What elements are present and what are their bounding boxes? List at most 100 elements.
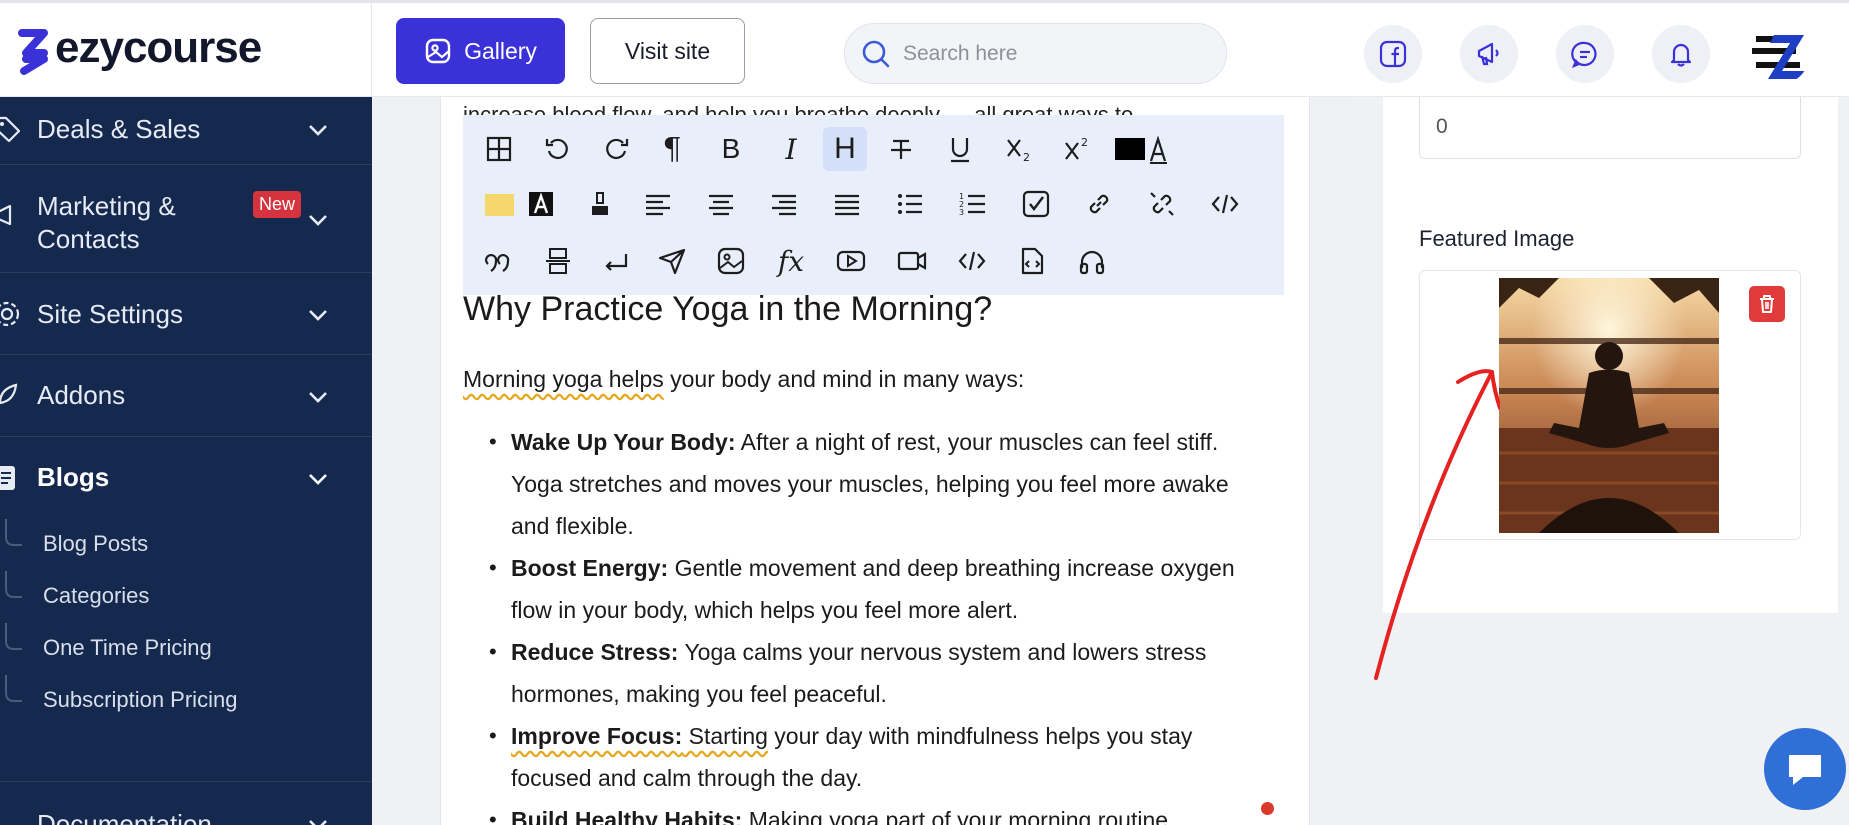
insert-image-button[interactable] [709,239,753,283]
notifications-button[interactable] [1652,25,1710,83]
sidebar-item-deals-sales[interactable]: Deals & Sales [0,97,372,165]
tree-connector [5,519,22,546]
insert-code-button[interactable] [950,239,994,283]
search-input[interactable] [903,24,1213,83]
avatar-image [1746,21,1810,85]
bullet-title: Improve Focus: [511,723,683,749]
redo-icon [606,138,629,160]
bell-icon [1670,43,1692,67]
content-bullet-list[interactable]: Wake Up Your Body: After a night of rest… [489,421,1251,825]
sidebar-item-label: Documentation [37,809,212,825]
code-file-icon [1021,247,1044,275]
align-right-button[interactable] [762,182,806,226]
strikethrough-button[interactable] [879,127,923,171]
search-box[interactable] [844,23,1227,84]
number-input[interactable]: 0 [1419,97,1801,159]
sidebar-subitem-blog-posts[interactable]: Blog Posts [0,519,372,571]
insert-audio-button[interactable] [1070,239,1114,283]
chat-support-button[interactable] [1764,728,1846,810]
user-avatar[interactable] [1746,21,1810,85]
blockquote-button[interactable] [477,239,521,283]
align-left-button[interactable] [636,182,680,226]
checklist-button[interactable] [1014,182,1058,226]
gallery-button[interactable]: Gallery [396,18,565,84]
editor-partial-line: increase blood flow, and help you breath… [463,102,1134,115]
sidebar-item-addons[interactable]: Addons [0,355,372,437]
bullet-title: Wake Up Your Body: [511,429,736,455]
sidebar-subitem-subscription-pricing[interactable]: Subscription Pricing [0,675,372,727]
highlight-color-button[interactable] [477,182,521,226]
undo-icon [545,138,568,160]
clear-format-button[interactable] [578,182,622,226]
sidebar-item-marketing-contacts[interactable]: Marketing & Contacts New [0,165,372,273]
link-icon [1089,194,1109,214]
numbered-list-button[interactable]: 123 [951,182,995,226]
sidebar-subitem-label: Blog Posts [43,531,149,556]
code-view-button[interactable] [1203,182,1247,226]
content-intro[interactable]: Morning yoga helps your body and mind in… [463,366,1024,393]
embed-file-button[interactable] [1010,239,1054,283]
text-color-button[interactable] [1111,127,1171,171]
delete-image-button[interactable] [1749,286,1785,322]
bullet-list-button[interactable] [888,182,932,226]
sidebar-item-documentation[interactable]: Documentation [0,781,372,825]
formula-button[interactable]: fx [769,239,813,283]
paragraph-button[interactable]: ¶ [650,127,694,171]
insert-table-button[interactable] [477,127,521,171]
list-item: Boost Energy: Gentle movement and deep b… [489,547,1251,631]
paragraph-icon: ¶ [662,131,682,167]
gear-icon [0,301,20,327]
subscript-button[interactable]: 2 [998,127,1042,171]
align-center-button[interactable] [699,182,743,226]
facebook-button[interactable] [1364,25,1422,83]
page-break-button[interactable] [536,239,580,283]
sidebar-item-label: Site Settings [37,299,183,329]
sidebar-subitem-categories[interactable]: Categories [0,571,372,623]
code-icon [958,251,986,271]
bold-button[interactable]: B [709,127,753,171]
background-text-button[interactable] [519,182,563,226]
justify-button[interactable] [825,182,869,226]
list-item: Wake Up Your Body: After a night of rest… [489,421,1251,547]
sidebar-item-site-settings[interactable]: Site Settings [0,273,372,355]
content-heading[interactable]: Why Practice Yoga in the Morning? [463,290,992,329]
yoga-photo [1499,278,1719,533]
app-window: ezycourse Gallery Visit site Search here… [0,0,1849,825]
top-header: ezycourse Gallery Visit site [0,0,1849,97]
visit-site-button[interactable]: Visit site [590,18,745,84]
align-center-icon [709,194,733,216]
underline-button[interactable] [938,127,982,171]
chevron-down-icon [309,392,327,403]
list-item: Build Healthy Habits: Making yoga part o… [489,799,1251,825]
insert-link-button[interactable] [1077,182,1121,226]
italic-button[interactable]: I [769,127,813,171]
announcements-button[interactable] [1460,25,1518,83]
video-camera-icon [897,251,927,271]
sidebar-item-blogs[interactable]: Blogs [0,437,372,519]
insert-video-button[interactable] [829,239,873,283]
heading-button[interactable]: H [823,127,867,171]
search-icon [862,40,890,68]
unlink-button[interactable] [1140,182,1184,226]
underline-icon [951,138,969,163]
formula-icon: fx [777,244,805,278]
play-video-icon [836,250,866,272]
line-break-button[interactable] [594,239,638,283]
tree-connector [5,623,22,650]
sidebar-subitem-label: Subscription Pricing [43,687,238,712]
text-background-icon [529,192,553,216]
page-break-icon [546,248,570,274]
logo[interactable]: ezycourse [0,3,372,97]
sidebar-subitem-one-time-pricing[interactable]: One Time Pricing [0,623,372,675]
redo-button[interactable] [594,127,638,171]
superscript-button[interactable]: 2 [1056,127,1100,171]
undo-button[interactable] [536,127,580,171]
sidebar-subitem-label: One Time Pricing [43,635,212,660]
status-dot [1261,802,1274,815]
messages-button[interactable] [1556,25,1614,83]
record-video-button[interactable] [890,239,934,283]
send-button[interactable] [650,239,694,283]
featured-image[interactable] [1499,278,1719,533]
svg-text:2: 2 [1081,136,1088,149]
annotation-arrow [1374,369,1500,680]
